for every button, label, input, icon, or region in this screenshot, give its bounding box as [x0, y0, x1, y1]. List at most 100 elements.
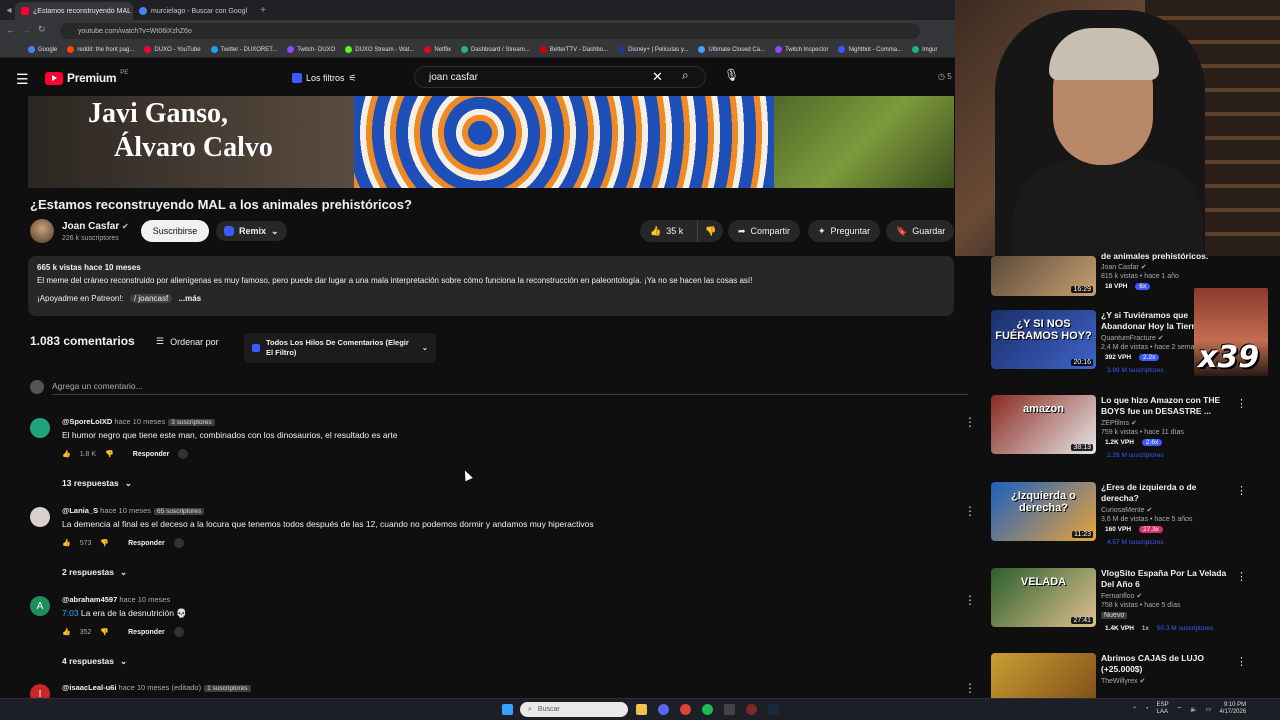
description-box[interactable]: 665 k vistas hace 10 meses El meme del c… [28, 256, 954, 316]
language-indicator[interactable]: ESP LAA [1157, 702, 1169, 716]
bookmark-item[interactable]: Ultimate Closed Ca... [698, 46, 765, 53]
forward-icon[interactable]: → [22, 25, 31, 35]
bookmark-item[interactable]: Twitch Inspector [775, 46, 828, 53]
wifi-icon[interactable]: ⌔ [1177, 705, 1183, 713]
bookmark-item[interactable]: Nightbot - Comma... [838, 46, 902, 53]
video-title[interactable]: ¿Eres de izquierda o de derecha? [1101, 482, 1233, 504]
comment-time[interactable]: hace 10 meses (editado) [119, 683, 202, 692]
dislike-button[interactable]: 👎 [697, 220, 723, 242]
tab-list-icon[interactable]: ◂ [3, 5, 15, 16]
comment-time[interactable]: hace 10 meses [100, 506, 151, 515]
commenter-avatar[interactable] [30, 418, 50, 438]
search-icon[interactable]: ⌕ [682, 68, 689, 83]
reply-button[interactable]: Responder [128, 540, 165, 547]
comment-author[interactable]: @isaacLeal-u6i [62, 683, 116, 692]
video-channel[interactable]: QuantumFracture ✔ [1101, 334, 1164, 342]
view-replies-button[interactable]: 13 respuestas ⌄ [62, 478, 132, 489]
more-options-icon[interactable]: ⋮ [964, 681, 976, 695]
remix-button[interactable]: Remix ⌄ [216, 221, 287, 241]
back-icon[interactable]: ← [6, 25, 15, 35]
dislike-comment-icon[interactable]: 👎 [105, 450, 114, 458]
new-tab-icon[interactable]: + [257, 5, 269, 16]
dislike-comment-icon[interactable]: 👎 [100, 539, 109, 547]
more-options-icon[interactable]: ⋮ [1236, 484, 1247, 497]
video-thumbnail[interactable]: amazon 38:13 [991, 395, 1096, 454]
reply-button[interactable]: Responder [133, 451, 170, 458]
spotify-icon[interactable] [702, 704, 713, 715]
more-options-icon[interactable]: ⋮ [1236, 655, 1247, 668]
more-options-icon[interactable]: ⋮ [1236, 570, 1247, 583]
bookmark-item[interactable]: Imgur [912, 46, 937, 53]
commenter-avatar[interactable] [30, 507, 50, 527]
network-icon[interactable]: ◔ [1145, 706, 1149, 712]
bookmark-item[interactable]: Dashboard / Stream... [461, 46, 530, 53]
clear-search-icon[interactable]: ✕ [652, 69, 663, 85]
channel-avatar[interactable] [30, 219, 54, 243]
patreon-link[interactable]: / joancasf [129, 294, 173, 303]
reply-button[interactable]: Responder [128, 629, 165, 636]
video-thumbnail[interactable]: ¿Y SI NOS FUÉRAMOS HOY? 20:16 [991, 310, 1096, 369]
video-channel[interactable]: Joan Casfar ✔ [1101, 263, 1147, 271]
like-comment-icon[interactable]: 👍 [62, 450, 71, 458]
calculator-icon[interactable] [724, 704, 735, 715]
video-channel[interactable]: CuriosaMente ✔ [1101, 506, 1152, 514]
video-title[interactable]: Abrimos CAJAS de LUJO (+25.000$) [1101, 653, 1233, 675]
comment-time[interactable]: hace 10 meses [114, 417, 165, 426]
save-button[interactable]: 🔖 Guardar [886, 220, 954, 242]
battery-icon[interactable]: ▭ [1206, 706, 1212, 713]
microphone-icon[interactable]: 🎙 [724, 68, 739, 82]
bookmark-item[interactable]: Twitter - DUXORET... [210, 46, 277, 53]
video-channel[interactable]: Fernanfloo ✔ [1101, 592, 1142, 600]
view-replies-button[interactable]: 2 respuestas ⌄ [62, 567, 127, 578]
obs-icon[interactable] [746, 704, 757, 715]
dislike-comment-icon[interactable]: 👎 [100, 628, 109, 636]
bookmark-item[interactable]: Netflix [424, 46, 451, 53]
more-options-icon[interactable]: ⋮ [1236, 397, 1247, 410]
file-explorer-icon[interactable] [636, 704, 647, 715]
video-title[interactable]: de animales prehistóricos. [1101, 251, 1233, 262]
bookmark-item[interactable]: Disney+ | Películas y... [618, 46, 688, 53]
sort-button[interactable]: ☰ Ordenar por [156, 336, 219, 347]
comment-author[interactable]: @SporeLoIXD [62, 417, 112, 426]
comment-author[interactable]: @Lania_S [62, 506, 98, 515]
comment-time[interactable]: hace 10 meses [119, 595, 170, 604]
tray-chevron-icon[interactable]: ⌃ [1132, 706, 1137, 713]
more-options-icon[interactable]: ⋮ [964, 415, 976, 429]
more-options-icon[interactable]: ⋮ [964, 593, 976, 607]
chrome-icon[interactable] [680, 704, 691, 715]
bookmark-item[interactable]: Twitch- DUXO [287, 46, 335, 53]
video-thumbnail[interactable]: ¿Izquierda o derecha? 11:23 [991, 482, 1096, 541]
comment-author[interactable]: @abraham4597 [62, 595, 117, 604]
bookmark-item[interactable]: BetterTTV - Dashbo... [539, 46, 608, 53]
tab-video[interactable]: ¿Estamos reconstruyendo MAL ✕ [15, 2, 133, 20]
share-button[interactable]: ➦ Compartir [728, 220, 801, 242]
video-player-frame[interactable]: Javi Ganso, Álvaro Calvo [28, 96, 954, 188]
video-title[interactable]: Lo que hizo Amazon con THE BOYS fue un D… [1101, 395, 1233, 417]
filters-button[interactable]: Los filtros ⚟ [292, 69, 357, 87]
comment-timestamp-link[interactable]: 7:03 [62, 608, 79, 618]
youtube-premium-logo[interactable]: Premium PE [45, 70, 128, 85]
bookmark-item[interactable]: DUXO Stream - Wat... [345, 46, 414, 53]
like-button[interactable]: 👍 35 k [640, 220, 698, 242]
like-comment-icon[interactable]: 👍 [62, 628, 71, 636]
volume-icon[interactable]: 🔈 [1190, 706, 1197, 713]
add-comment-input[interactable]: Agrega un comentario... [52, 381, 143, 391]
bookmark-item[interactable]: Google [28, 46, 57, 53]
taskbar-search[interactable]: ⌕ Buscar [520, 702, 628, 717]
show-more-link[interactable]: ...más [178, 294, 201, 303]
commenter-avatar[interactable]: A [30, 596, 50, 616]
more-options-icon[interactable]: ⋮ [964, 504, 976, 518]
steam-icon[interactable] [768, 704, 779, 715]
comment-filter-dropdown[interactable]: Todos Los Hilos De Comentarios (Elegir E… [244, 333, 436, 363]
video-channel[interactable]: ZEPfilms ✔ [1101, 419, 1137, 427]
reload-icon[interactable]: ↻ [38, 24, 46, 35]
url-bar[interactable]: youtube.com/watch?v=Wt06iXzhZ6o [60, 23, 920, 39]
like-comment-icon[interactable]: 👍 [62, 539, 71, 547]
tab-google[interactable]: murcielago - Buscar con Googl ✕ [133, 2, 251, 20]
ask-button[interactable]: ✦ Preguntar [808, 220, 881, 242]
hamburger-menu-icon[interactable]: ☰ [16, 71, 29, 88]
view-replies-button[interactable]: 4 respuestas ⌄ [62, 656, 127, 667]
taskbar-clock[interactable]: 9:10 PM 4/17/2026 [1219, 702, 1246, 716]
bookmark-item[interactable]: reddit: the front pag... [67, 46, 134, 53]
video-thumbnail[interactable]: VELADA 27:41 [991, 568, 1096, 627]
